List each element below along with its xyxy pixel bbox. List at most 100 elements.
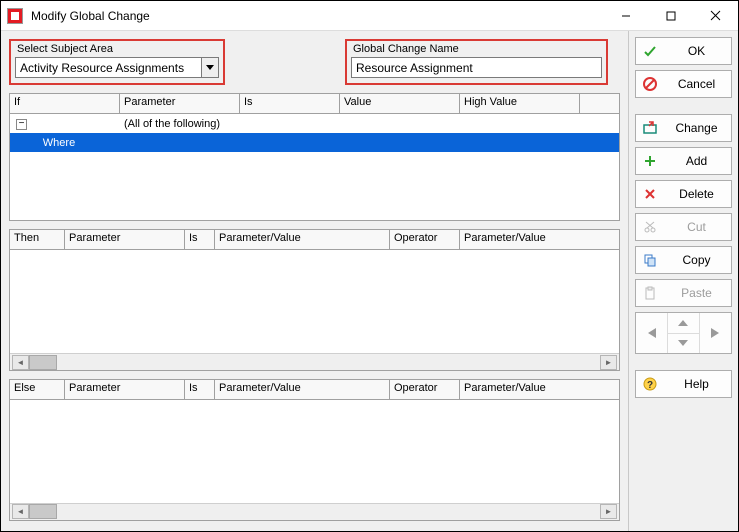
- change-label: Change: [668, 121, 725, 135]
- triangle-up-icon: [678, 320, 688, 326]
- if-col-if[interactable]: If: [10, 94, 120, 113]
- scroll-left-button[interactable]: ◄: [12, 504, 29, 519]
- window-controls: [603, 1, 738, 30]
- nav-up-button[interactable]: [668, 313, 699, 334]
- cancel-label: Cancel: [668, 77, 725, 91]
- paste-icon: [642, 286, 658, 300]
- ok-button[interactable]: OK: [635, 37, 732, 65]
- if-col-high-value[interactable]: High Value: [460, 94, 580, 113]
- then-col-is[interactable]: Is: [185, 230, 215, 249]
- copy-button[interactable]: Copy: [635, 246, 732, 274]
- then-col-then[interactable]: Then: [10, 230, 65, 249]
- scroll-right-button[interactable]: ►: [600, 504, 617, 519]
- svg-text:?: ?: [647, 380, 653, 391]
- scroll-right-button[interactable]: ►: [600, 355, 617, 370]
- add-button[interactable]: Add: [635, 147, 732, 175]
- where-label: Where: [14, 137, 104, 149]
- help-icon: ?: [642, 377, 658, 391]
- triangle-right-icon: [711, 328, 719, 338]
- maximize-icon: [666, 11, 676, 21]
- maximize-button[interactable]: [648, 1, 693, 30]
- nav-block: [635, 312, 732, 354]
- cancel-icon: [642, 77, 658, 91]
- else-col-parameter[interactable]: Parameter: [65, 380, 185, 399]
- change-icon: [642, 121, 658, 135]
- app-icon: [7, 8, 23, 24]
- else-grid-body[interactable]: [10, 400, 619, 503]
- nav-down-button[interactable]: [668, 334, 699, 354]
- if-grid: If Parameter Is Value High Value − (All …: [9, 93, 620, 221]
- table-row-selected[interactable]: Where: [10, 133, 619, 152]
- else-col-operator[interactable]: Operator: [390, 380, 460, 399]
- if-grid-header: If Parameter Is Value High Value: [10, 94, 619, 114]
- modify-global-change-dialog: Modify Global Change Select Subject Area: [0, 0, 739, 532]
- minimize-button[interactable]: [603, 1, 648, 30]
- else-col-else[interactable]: Else: [10, 380, 65, 399]
- table-row[interactable]: − (All of the following): [10, 114, 619, 133]
- scroll-track[interactable]: [29, 355, 600, 370]
- chevron-down-icon: [206, 65, 214, 71]
- scissors-icon: [642, 220, 658, 234]
- side-panel: OK Cancel Change Add: [628, 31, 738, 531]
- cut-label: Cut: [668, 220, 725, 234]
- triangle-left-icon: [648, 328, 656, 338]
- cut-button[interactable]: Cut: [635, 213, 732, 241]
- close-icon: [710, 10, 721, 21]
- then-col-pv1[interactable]: Parameter/Value: [215, 230, 390, 249]
- subject-area-label: Select Subject Area: [15, 43, 219, 55]
- then-col-pv2[interactable]: Parameter/Value: [460, 230, 619, 249]
- check-icon: [642, 44, 658, 58]
- paste-label: Paste: [668, 286, 725, 300]
- title-bar: Modify Global Change: [1, 1, 738, 31]
- else-col-pv1[interactable]: Parameter/Value: [215, 380, 390, 399]
- global-change-name-group: Global Change Name: [345, 39, 608, 85]
- copy-label: Copy: [668, 253, 725, 267]
- ok-label: OK: [668, 44, 725, 58]
- triangle-down-icon: [678, 340, 688, 346]
- help-label: Help: [668, 377, 725, 391]
- then-grid-body[interactable]: [10, 250, 619, 353]
- if-col-spacer: [580, 94, 619, 113]
- then-col-parameter[interactable]: Parameter: [65, 230, 185, 249]
- help-button[interactable]: ? Help: [635, 370, 732, 398]
- tree-collapse-icon[interactable]: −: [16, 119, 27, 130]
- scroll-track[interactable]: [29, 504, 600, 519]
- else-scrollbar[interactable]: ◄ ►: [10, 503, 619, 520]
- global-change-name-input[interactable]: [351, 57, 602, 78]
- plus-icon: [642, 154, 658, 168]
- add-label: Add: [668, 154, 725, 168]
- subject-area-dropdown-button[interactable]: [201, 57, 219, 78]
- delete-button[interactable]: Delete: [635, 180, 732, 208]
- else-grid-header: Else Parameter Is Parameter/Value Operat…: [10, 380, 619, 400]
- if-col-parameter[interactable]: Parameter: [120, 94, 240, 113]
- cancel-button[interactable]: Cancel: [635, 70, 732, 98]
- delete-icon: [642, 187, 658, 201]
- nav-left-button[interactable]: [636, 313, 668, 353]
- if-row0-parameter: (All of the following): [120, 118, 240, 130]
- paste-button[interactable]: Paste: [635, 279, 732, 307]
- copy-icon: [642, 253, 658, 267]
- then-scrollbar[interactable]: ◄ ►: [10, 353, 619, 370]
- scroll-thumb[interactable]: [29, 504, 57, 519]
- then-grid-header: Then Parameter Is Parameter/Value Operat…: [10, 230, 619, 250]
- window-title: Modify Global Change: [31, 9, 603, 23]
- minimize-icon: [621, 11, 631, 21]
- then-col-operator[interactable]: Operator: [390, 230, 460, 249]
- if-col-value[interactable]: Value: [340, 94, 460, 113]
- then-grid: Then Parameter Is Parameter/Value Operat…: [9, 229, 620, 371]
- if-grid-body[interactable]: − (All of the following) Where: [10, 114, 619, 220]
- else-col-pv2[interactable]: Parameter/Value: [460, 380, 619, 399]
- subject-area-select[interactable]: [15, 57, 219, 78]
- delete-label: Delete: [668, 187, 725, 201]
- change-button[interactable]: Change: [635, 114, 732, 142]
- scroll-left-button[interactable]: ◄: [12, 355, 29, 370]
- global-change-name-label: Global Change Name: [351, 43, 602, 55]
- scroll-thumb[interactable]: [29, 355, 57, 370]
- nav-right-button[interactable]: [700, 313, 731, 353]
- subject-area-value[interactable]: [15, 57, 201, 78]
- if-col-is[interactable]: Is: [240, 94, 340, 113]
- select-subject-area-group: Select Subject Area: [9, 39, 225, 85]
- else-grid: Else Parameter Is Parameter/Value Operat…: [9, 379, 620, 521]
- close-button[interactable]: [693, 1, 738, 30]
- else-col-is[interactable]: Is: [185, 380, 215, 399]
